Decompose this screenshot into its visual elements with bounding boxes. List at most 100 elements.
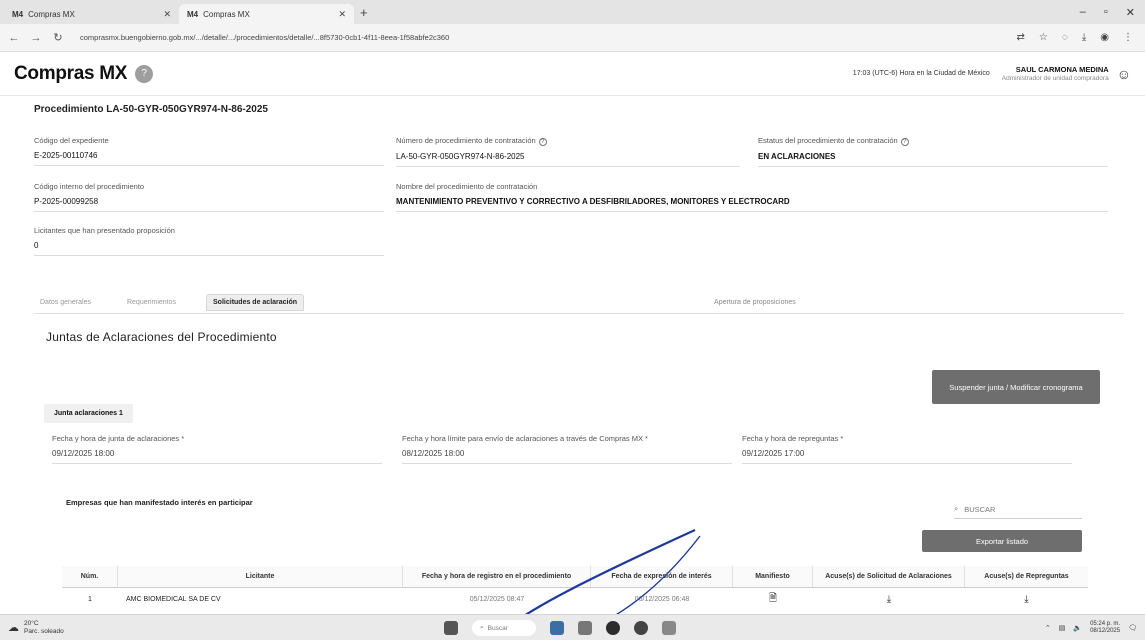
field-fecha-limite: Fecha y hora límite para envío de aclara… — [402, 434, 732, 464]
tab-requerimientos[interactable]: Requerimientos — [121, 295, 182, 310]
main-content: Procedimiento LA-50-GYR-050GYR974-N-86-2… — [18, 96, 1145, 614]
column-header[interactable]: Fecha y hora de registro en el procedimi… — [403, 566, 591, 587]
app-icon[interactable] — [662, 621, 676, 635]
maximize-icon[interactable]: ▫ — [1104, 6, 1108, 19]
download-icon[interactable]: ⤓ — [1082, 32, 1086, 43]
taskbar-apps: ⌕ Buscar — [444, 620, 676, 636]
browser-tab-2[interactable]: M4 Compras MX ✕ — [179, 4, 354, 24]
suspend-junta-button[interactable]: Suspender junta / Modificar cronograma — [932, 370, 1100, 404]
close-window-icon[interactable]: ✕ — [1126, 6, 1135, 19]
network-icon[interactable]: ▤ — [1059, 624, 1066, 632]
date-field[interactable]: 09/12/2025 17:00 — [742, 449, 1072, 464]
system-clock[interactable]: 05:24 p. m. 08/12/2025 — [1090, 621, 1120, 635]
app-header: Compras MX ? 17:03 (UTC-6) Hora en la Ci… — [0, 52, 1145, 96]
tab-favicon: M4 — [187, 9, 199, 19]
weather-widget[interactable]: ☁ 20°C Parc. soleado — [8, 620, 64, 636]
chrome-icon[interactable] — [606, 621, 620, 635]
column-header[interactable]: Acuse(s) de Solicitud de Aclaraciones — [813, 566, 965, 587]
column-header[interactable]: Núm. — [62, 566, 118, 587]
search-field[interactable]: ⌕ BUSCAR — [954, 504, 1082, 519]
close-icon[interactable]: ✕ — [163, 9, 171, 20]
field-numero: Número de procedimiento de contratación?… — [396, 136, 740, 167]
column-header[interactable]: Licitante — [118, 566, 403, 587]
cell-manifiesto: 🗎 — [733, 591, 813, 608]
companies-table: Núm. Licitante Fecha y hora de registro … — [62, 566, 1088, 610]
user-avatar-icon[interactable]: ☺ — [1117, 66, 1131, 82]
field-label-text: Número de procedimiento de contratación — [396, 136, 536, 145]
windows-start-icon[interactable] — [444, 621, 458, 635]
cell-acuse-solicitud: ⤓ — [813, 594, 965, 605]
system-tray: ⌃ ▤ 🔈 05:24 p. m. 08/12/2025 🗨 — [1045, 621, 1137, 635]
plus-icon[interactable]: + — [360, 5, 368, 20]
browser-tab-1[interactable]: M4 Compras MX ✕ — [4, 4, 179, 24]
field-value: E-2025-00110746 — [34, 151, 384, 166]
close-icon[interactable]: ✕ — [338, 9, 346, 20]
column-header[interactable]: Fecha de expresión de interés — [591, 566, 733, 587]
field-label: Licitantes que han presentado proposició… — [34, 226, 175, 235]
translate-icon[interactable]: ⇄ — [1017, 32, 1025, 43]
window-controls: – ▫ ✕ — [1080, 6, 1145, 19]
date-field[interactable]: 08/12/2025 18:00 — [402, 449, 732, 464]
notification-icon[interactable]: 🗨 — [1128, 624, 1137, 632]
field-licitantes: Licitantes que han presentado proposició… — [34, 226, 384, 256]
url-field[interactable]: comprasmx.buengobierno.gob.mx/.../detall… — [74, 27, 1007, 48]
download-icon[interactable]: ⤓ — [1024, 594, 1028, 605]
field-nombre: Nombre del procedimiento de contratación… — [396, 182, 1108, 212]
minimize-icon[interactable]: – — [1080, 6, 1086, 19]
date-field[interactable]: 09/12/2025 18:00 — [52, 449, 382, 464]
help-icon[interactable]: ? — [135, 64, 154, 83]
tab-label: Compras MX — [203, 9, 250, 19]
info-icon[interactable]: ? — [900, 138, 909, 146]
extensions-icon[interactable]: ◌ — [1062, 32, 1068, 43]
field-label: Estatus del procedimiento de contratació… — [758, 136, 1108, 146]
address-bar-icons: ⇄ ☆ ◌ ⤓ ◉ ⋮ — [1017, 32, 1137, 43]
cell-acuse-repreguntas: ⤓ — [965, 594, 1088, 605]
search-input[interactable]: BUSCAR — [964, 505, 995, 514]
user-info[interactable]: SAUL CARMONA MEDINA Administrador de uni… — [1002, 65, 1109, 82]
browser-app-icon[interactable] — [634, 621, 648, 635]
cell-licitante: AMC BIOMEDICAL SA DE CV — [126, 595, 221, 603]
field-label: Fecha y hora límite para envío de aclara… — [402, 434, 648, 443]
field-value: 0 — [34, 241, 384, 256]
tab-label: Compras MX — [28, 9, 75, 19]
field-label: Código interno del procedimiento — [34, 182, 145, 191]
clock-date: 08/12/2025 — [1090, 627, 1121, 634]
info-icon[interactable]: ? — [538, 138, 547, 146]
tab-apertura[interactable]: Apertura de proposiciones — [708, 295, 802, 310]
cell-num: 1 — [88, 595, 92, 603]
cell-fecha-registro: 05/12/2025 08:47 — [469, 595, 525, 603]
forward-arrow-icon[interactable]: → — [30, 32, 42, 44]
profile-icon[interactable]: ◉ — [1100, 32, 1109, 43]
file-explorer-icon[interactable] — [550, 621, 564, 635]
page-title: Procedimiento LA-50-GYR-050GYR974-N-86-2… — [34, 104, 268, 115]
search-icon: ⌕ — [954, 504, 959, 513]
tab-datos-generales[interactable]: Datos generales — [34, 295, 97, 310]
app-logo[interactable]: Compras MX — [14, 63, 127, 85]
star-icon[interactable]: ☆ — [1039, 32, 1048, 43]
column-header[interactable]: Manifiesto — [733, 566, 813, 587]
field-estatus: Estatus del procedimiento de contratació… — [758, 136, 1108, 167]
field-label: Fecha y hora de repreguntas * — [742, 434, 844, 443]
pdf-icon[interactable]: 🗎 — [769, 593, 777, 604]
back-arrow-icon[interactable]: ← — [8, 32, 20, 44]
tab-solicitudes-aclaracion[interactable]: Solicitudes de aclaración — [206, 294, 305, 311]
field-label: Fecha y hora de junta de aclaraciones * — [52, 434, 185, 443]
taskview-icon[interactable] — [578, 621, 592, 635]
os-taskbar: ☁ 20°C Parc. soleado ⌕ Buscar ⌃ ▤ 🔈 05:2… — [0, 614, 1145, 640]
export-button[interactable]: Exportar listado — [922, 530, 1082, 552]
reload-icon[interactable]: ↻ — [52, 31, 64, 44]
field-value: MANTENIMIENTO PREVENTIVO Y CORRECTIVO A … — [396, 197, 1108, 212]
weather-desc: Parc. soleado — [24, 627, 64, 635]
field-value: P-2025-00099258 — [34, 197, 384, 212]
menu-dots-icon[interactable]: ⋮ — [1123, 32, 1133, 43]
tab-favicon: M4 — [12, 9, 24, 19]
weather-icon: ☁ — [8, 621, 19, 634]
column-header[interactable]: Acuse(s) de Repreguntas — [965, 566, 1088, 587]
download-icon[interactable]: ⤓ — [887, 594, 891, 605]
taskbar-search[interactable]: ⌕ Buscar — [472, 620, 536, 636]
field-fecha-repreguntas: Fecha y hora de repreguntas * 09/12/2025… — [742, 434, 1072, 464]
chevron-up-icon[interactable]: ⌃ — [1045, 624, 1051, 632]
tab-junta-1[interactable]: Junta aclaraciones 1 — [44, 404, 133, 423]
volume-icon[interactable]: 🔈 — [1073, 624, 1082, 632]
address-bar: ← → ↻ comprasmx.buengobierno.gob.mx/.../… — [0, 24, 1145, 52]
